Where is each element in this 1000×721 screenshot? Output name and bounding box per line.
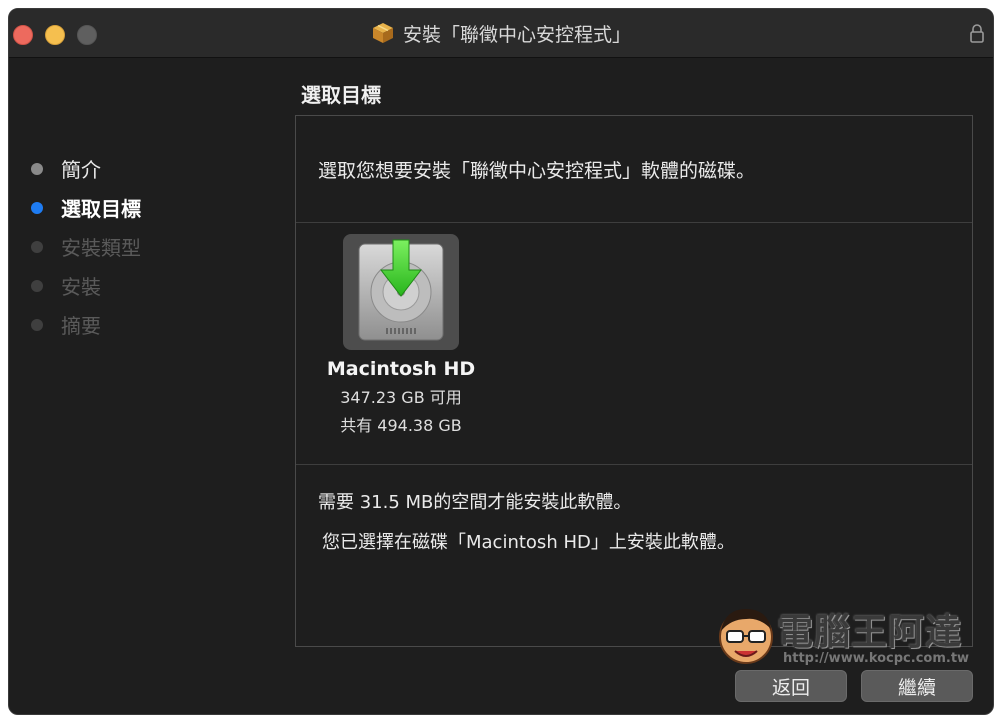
disk-selection-tile[interactable]: [343, 234, 459, 350]
disk-option-macintosh-hd[interactable]: Macintosh HD 347.23 GB 可用 共有 494.38 GB: [316, 234, 486, 444]
step-destination: 選取目標: [31, 188, 141, 227]
divider: [296, 464, 972, 465]
mascot-face-icon: [719, 609, 773, 664]
disk-name: Macintosh HD: [326, 358, 476, 380]
back-button[interactable]: 返回: [735, 670, 847, 702]
divider: [296, 222, 972, 223]
installer-steps: 簡介 選取目標 安裝類型 安裝 摘要: [31, 149, 141, 344]
lock-icon: [970, 24, 984, 43]
step-introduction: 簡介: [31, 149, 141, 188]
disk-total-space: 共有 494.38 GB: [340, 416, 462, 435]
step-summary: 摘要: [31, 305, 141, 344]
hard-drive-install-icon: [358, 239, 444, 341]
space-requirement-text: 需要 31.5 MB的空間才能安裝此軟體。: [318, 492, 632, 513]
title-bar: 安裝「聯徵中心安控程式」: [9, 9, 993, 58]
watermark-url: http://www.kocpc.com.tw: [783, 651, 970, 666]
page-title: 選取目標: [301, 83, 381, 107]
step-indicator-dot: [31, 318, 43, 331]
window-title: 安裝「聯徵中心安控程式」: [402, 23, 631, 46]
step-indicator-dot: [31, 279, 43, 292]
destination-prompt: 選取您想要安裝「聯徵中心安控程式」軟體的磁碟。: [318, 160, 756, 182]
watermark-brand: 電腦王阿達: [777, 612, 963, 653]
continue-button[interactable]: 繼續: [861, 670, 973, 702]
window-title-group: 安裝「聯徵中心安控程式」: [9, 9, 993, 57]
step-label: 摘要: [61, 314, 101, 338]
step-indicator-dot: [31, 162, 43, 175]
installer-window: 安裝「聯徵中心安控程式」 選取目標 簡介 選取目標 安裝類型 安裝 摘要 選取您…: [8, 8, 994, 715]
step-label: 安裝: [61, 275, 101, 299]
destination-panel: 選取您想要安裝「聯徵中心安控程式」軟體的磁碟。 Macintosh HD 347…: [295, 115, 973, 647]
step-label: 選取目標: [61, 197, 141, 221]
step-install: 安裝: [31, 266, 141, 305]
disk-free-space: 347.23 GB 可用: [340, 388, 462, 407]
step-label: 安裝類型: [61, 236, 141, 260]
step-installation-type: 安裝類型: [31, 227, 141, 266]
step-indicator-dot: [31, 240, 43, 253]
selected-disk-text: 您已選擇在磁碟「Macintosh HD」上安裝此軟體。: [322, 532, 735, 553]
watermark: 電腦王阿達 http://www.kocpc.com.tw: [715, 603, 975, 673]
package-icon: [372, 23, 393, 43]
step-label: 簡介: [61, 158, 101, 182]
step-indicator-dot: [31, 201, 43, 214]
